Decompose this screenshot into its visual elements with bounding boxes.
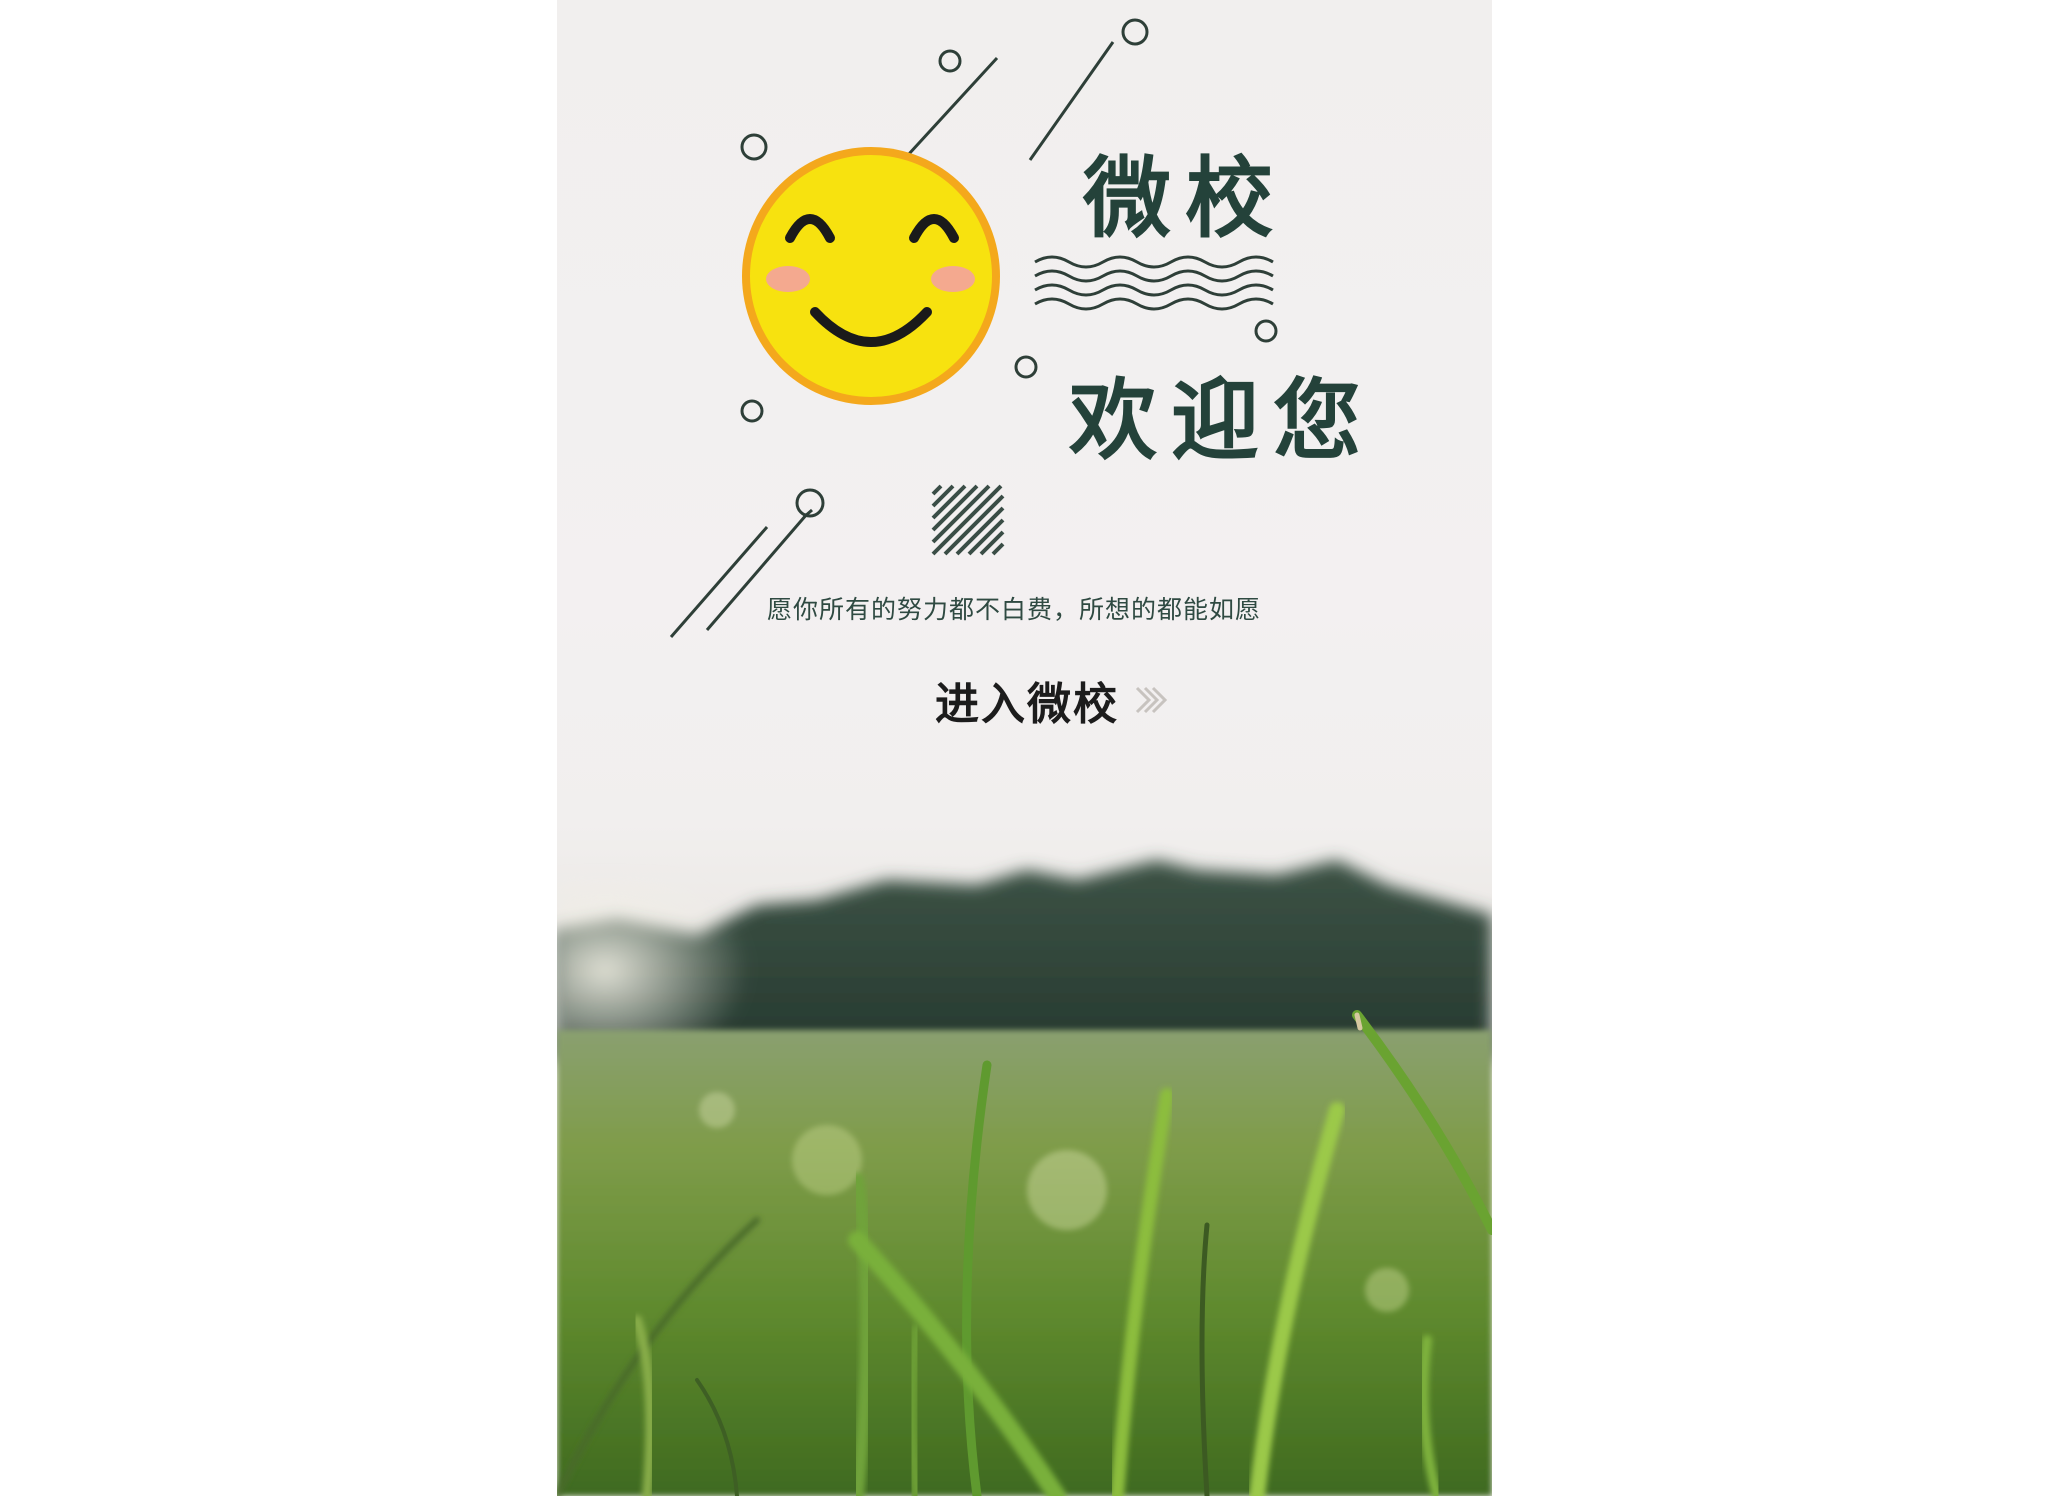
slogan-text: 愿你所有的努力都不白费，所想的都能如愿 — [767, 595, 1262, 624]
double-chevron-right-icon — [1135, 686, 1168, 714]
enter-weixiao-button[interactable]: 进入微校 — [935, 670, 1171, 730]
splash-screen: 微校 欢迎您 愿你所有的努力都不白费，所想的都能如愿 进入微校 — [557, 0, 1492, 1496]
wave-lines-icon — [1034, 255, 1274, 311]
enter-button-label: 进入微校 — [935, 679, 1119, 730]
title-weixiao: 微校 — [1083, 147, 1288, 250]
grass-field — [557, 1030, 1492, 1496]
smiley-face-icon — [742, 147, 1000, 405]
background-scene — [557, 18, 1492, 1496]
hatch-pattern-icon — [931, 484, 1005, 556]
title-welcome: 欢迎您 — [1069, 369, 1376, 472]
